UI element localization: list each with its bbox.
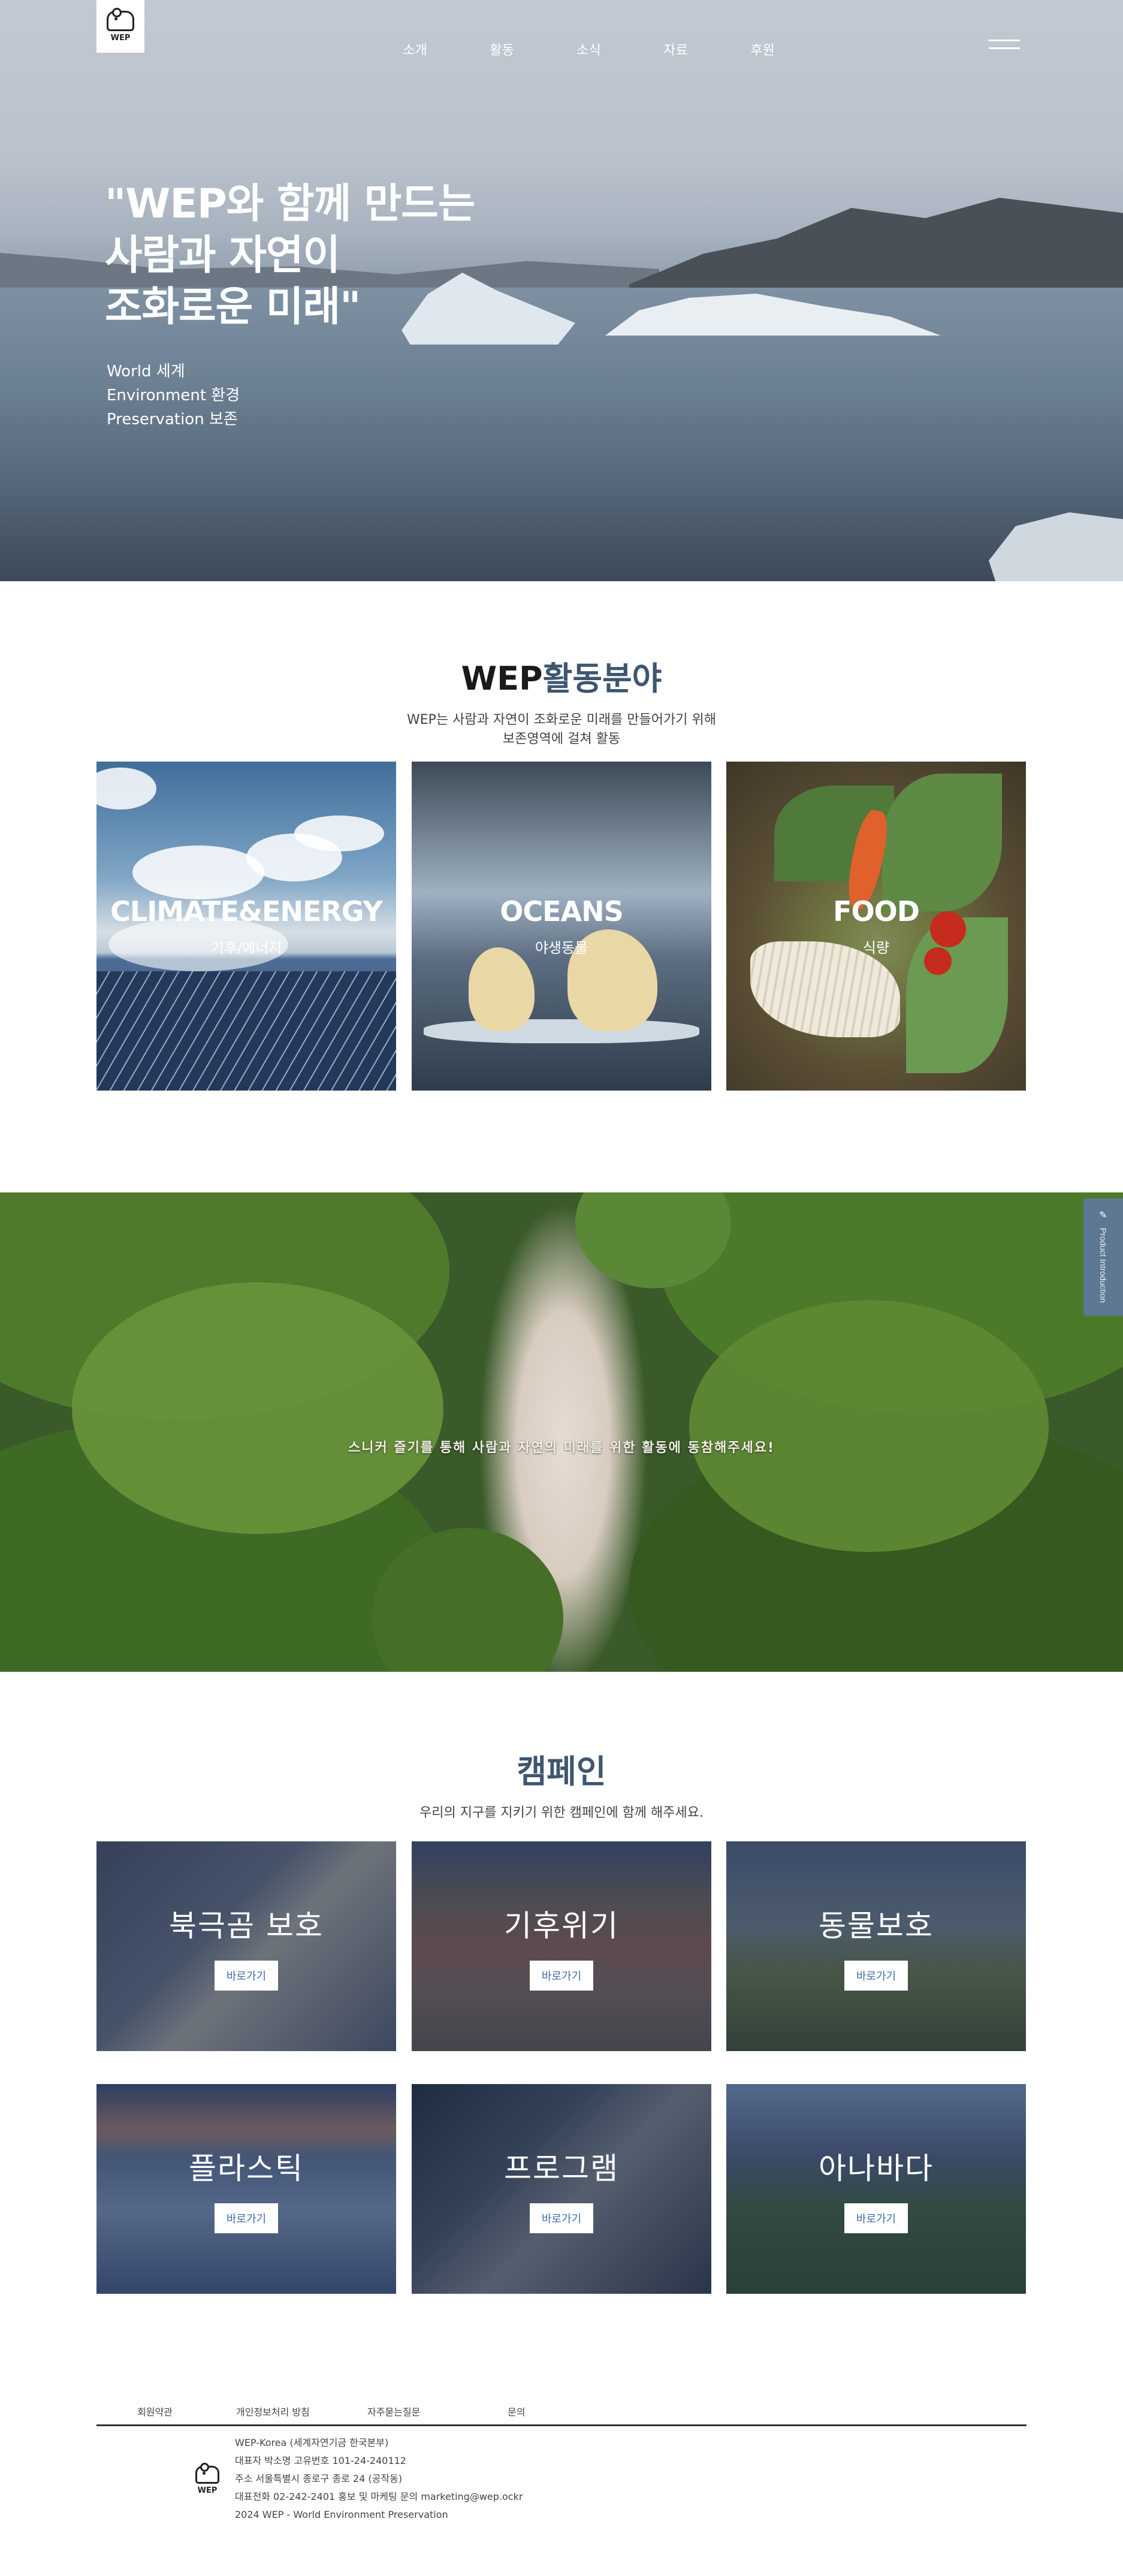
footer-link-privacy[interactable]: 개인정보처리 방침 [236, 2404, 310, 2418]
go-button[interactable]: 바로가기 [530, 2203, 593, 2233]
campaign-card-polar-bear: 북극곰 보호 바로가기 [96, 1841, 396, 2051]
bear-logo-icon [195, 2463, 219, 2484]
hero-subtitle: World 세계 Environment 환경 Preservation 보존 [107, 360, 240, 431]
hero-sub-line: World 세계 [107, 363, 185, 380]
footer-logo-text: WEP [197, 2486, 218, 2495]
hero-title: "WEP와 함께 만드는 사람과 자연이 조화로운 미래" [105, 180, 475, 331]
activity-title-blue: 활동분야 [542, 660, 662, 697]
pencil-icon: ✎ [1099, 1209, 1107, 1221]
footer-divider [96, 2424, 1027, 2426]
menu-hamburger-icon[interactable] [989, 40, 1020, 52]
go-button[interactable]: 바로가기 [215, 2203, 278, 2233]
card-subtitle: 기후/에너지 [210, 940, 282, 956]
ice-floe [424, 1019, 699, 1043]
solar-panel [96, 971, 396, 1091]
hero-mountain-right [629, 198, 1123, 300]
activity-card-climate[interactable]: CLIMATE&ENERGY 기후/에너지 [96, 762, 396, 1091]
activity-desc-line: WEP는 사람과 자연이 조화로운 미래를 만들어가기 위해 [407, 712, 716, 727]
activity-card-food[interactable]: FOOD 식량 [726, 762, 1026, 1091]
card-title: FOOD [833, 895, 920, 928]
footer-info: WEP-Korea (세계자연기금 한국본부) 대표자 박소명 고유번호 101… [235, 2434, 523, 2524]
forest-banner-text: 스니커 즐기를 통해 사람과 자연의 미래를 위한 활동에 동참해주세요! [348, 1440, 775, 1455]
campaign-card-title: 아나바다 [819, 2151, 934, 2186]
campaign-card-climate-crisis: 기후위기 바로가기 [412, 1841, 711, 2051]
footer-info-line: WEP-Korea (세계자연기금 한국본부) [235, 2437, 389, 2448]
campaign-card-title: 플라스틱 [189, 2151, 304, 2186]
campaign-section-title: 캠페인 [0, 1745, 1123, 1792]
nav-item-activity[interactable]: 활동 [458, 40, 545, 59]
footer-links: 회원약관 개인정보처리 방침 자주묻는질문 문의 [96, 2404, 1027, 2424]
nav-item-resources[interactable]: 자료 [632, 40, 719, 59]
main-nav: 소개 활동 소식 자료 후원 [372, 40, 806, 59]
footer-info-line: 대표자 박소명 고유번호 101-24-240112 [235, 2455, 406, 2466]
campaign-card-title: 프로그램 [504, 2151, 619, 2186]
go-button[interactable]: 바로가기 [215, 1961, 278, 1991]
campaign-card-title: 기후위기 [504, 1908, 619, 1943]
footer-link-faq[interactable]: 자주묻는질문 [367, 2404, 420, 2418]
polar-bear [469, 947, 535, 1031]
card-subtitle: 식량 [862, 940, 890, 956]
campaign-card-anabada: 아나바다 바로가기 [726, 2084, 1026, 2294]
nav-item-about[interactable]: 소개 [372, 40, 458, 59]
campaign-card-plastic: 플라스틱 바로가기 [96, 2084, 396, 2294]
nav-item-news[interactable]: 소식 [545, 40, 632, 59]
footer-link-contact[interactable]: 문의 [508, 2404, 525, 2418]
activity-section-title: WEP활동분야 [0, 652, 1123, 699]
side-tab-label: Product Introduction [1098, 1228, 1108, 1303]
go-button[interactable]: 바로가기 [844, 2203, 908, 2233]
footer-logo: WEP [191, 2463, 224, 2508]
campaign-card-animal-protection: 동물보호 바로가기 [726, 1841, 1026, 2051]
footer-info-line: 2024 WEP - World Environment Preservatio… [235, 2509, 448, 2520]
bear-logo-icon [107, 7, 134, 31]
footer-info-line: 주소 서울특별시 종로구 종로 24 (공작동) [235, 2473, 403, 2484]
hero-sub-line: Environment 환경 [107, 386, 240, 404]
logo-text: WEP [110, 33, 131, 43]
campaign-card-title: 북극곰 보호 [169, 1908, 324, 1943]
activity-card-oceans[interactable]: OCEANS 야생동물 [412, 762, 711, 1091]
campaign-card-title: 동물보호 [819, 1908, 934, 1943]
campaign-description: 우리의 지구를 지키기 위한 캠페인에 함께 해주세요. [419, 1805, 704, 1820]
forest-banner [0, 1192, 1123, 1672]
go-button[interactable]: 바로가기 [844, 1961, 908, 1991]
product-introduction-tab[interactable]: ✎ Product Introduction [1083, 1198, 1123, 1316]
campaign-title: 캠페인 [517, 1753, 606, 1790]
footer-info-line: 대표전화 02-242-2401 홍보 및 마케팅 문의 marketing@w… [235, 2491, 523, 2502]
hero-section: WEP 소개 활동 소식 자료 후원 "WEP와 함께 만드는 사람과 자연이 … [0, 0, 1123, 581]
activity-title-dark: WEP [461, 660, 543, 697]
go-button[interactable]: 바로가기 [530, 1961, 593, 1991]
activity-description: WEP는 사람과 자연이 조화로운 미래를 만들어가기 위해 보존영역에 걸쳐 … [0, 711, 1123, 749]
activity-desc-line: 보존영역에 걸쳐 활동 [502, 732, 621, 747]
campaign-card-program: 프로그램 바로가기 [412, 2084, 711, 2294]
card-title: CLIMATE&ENERGY [110, 895, 383, 928]
card-subtitle: 야생동물 [535, 940, 588, 956]
card-title: OCEANS [500, 895, 624, 928]
nav-item-donate[interactable]: 후원 [719, 40, 806, 59]
footer-link-terms[interactable]: 회원약관 [137, 2404, 173, 2418]
hero-sub-line: Preservation 보존 [107, 410, 238, 428]
site-logo[interactable]: WEP [96, 0, 144, 53]
